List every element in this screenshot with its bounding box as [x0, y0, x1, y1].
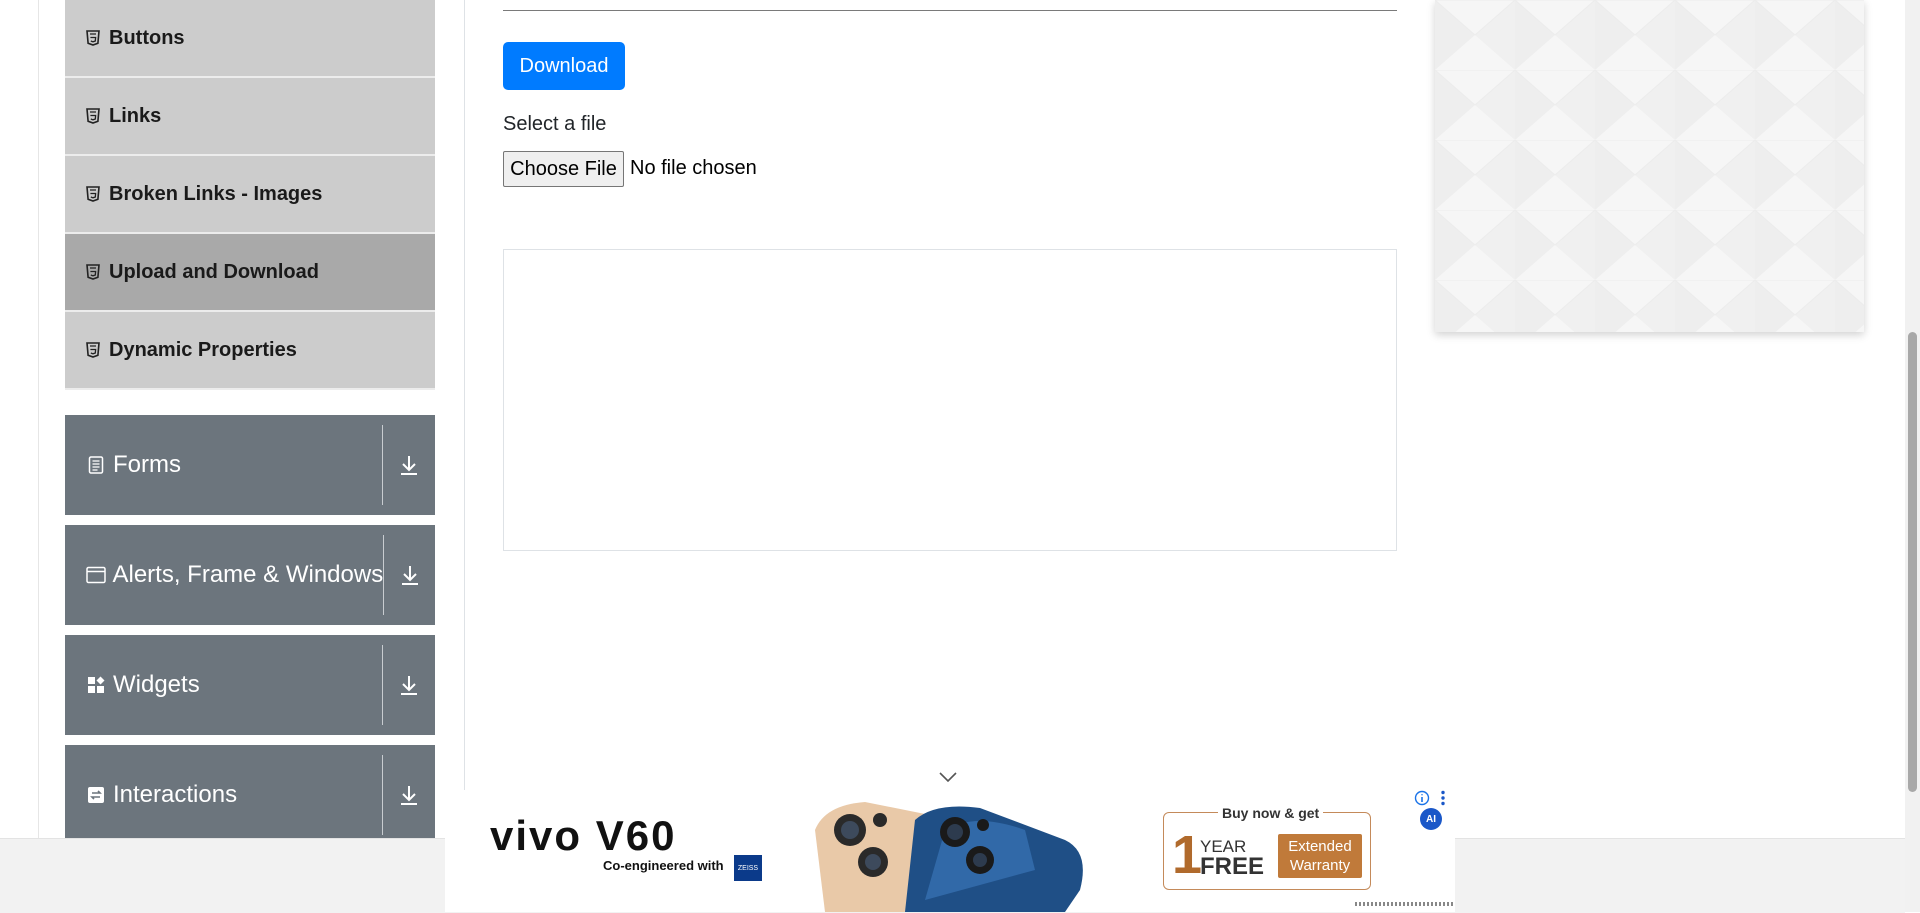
side-ad-panel	[1435, 0, 1864, 332]
group-title: Widgets	[113, 671, 200, 698]
window-icon	[85, 564, 106, 586]
upload-label: Select a file	[503, 113, 607, 135]
left-border	[38, 0, 39, 838]
download-button[interactable]: Download	[503, 42, 625, 90]
group-title: Forms	[113, 451, 181, 478]
sidebar-item-dynamic-properties[interactable]: Dynamic Properties	[65, 312, 435, 390]
expand-arrow-icon[interactable]	[383, 674, 435, 696]
sidebar-item-label: Upload and Download	[109, 260, 319, 283]
warranty-line1: Extended	[1288, 838, 1352, 855]
zeiss-logo: ZEISS	[734, 855, 762, 881]
ai-badge: AI	[1420, 808, 1442, 830]
file-status-text: No file chosen	[630, 157, 757, 179]
sidebar-item-upload-download[interactable]: Upload and Download	[65, 234, 435, 312]
html5-icon	[83, 184, 103, 204]
ad-pattern	[1435, 0, 1864, 332]
sidebar-item-label: Broken Links - Images	[109, 182, 323, 205]
choose-file-button[interactable]: Choose File	[503, 151, 624, 187]
chevron-down-icon[interactable]	[938, 770, 958, 784]
offer-year-free: YEAR FREE	[1200, 838, 1264, 879]
sidebar-item-broken-links[interactable]: Broken Links - Images	[65, 156, 435, 234]
html5-icon	[83, 340, 103, 360]
expand-arrow-icon[interactable]	[383, 454, 435, 476]
ad-brand: vivo V60	[490, 812, 677, 859]
sidebar-group-forms[interactable]: Forms	[65, 415, 435, 515]
ad-placeholder	[503, 249, 1397, 551]
sidebar-group-widgets[interactable]: Widgets	[65, 635, 435, 735]
sidebar-item-links[interactable]: Links	[65, 78, 435, 156]
sidebar-item-label: Links	[109, 104, 162, 127]
sidebar-group-interactions[interactable]: Interactions	[65, 745, 435, 845]
content-divider	[464, 0, 465, 790]
sidebar-item-label: Dynamic Properties	[109, 338, 297, 361]
form-icon	[85, 454, 107, 476]
widgets-icon	[85, 674, 107, 696]
offer-free: FREE	[1200, 853, 1265, 880]
html5-icon	[83, 106, 103, 126]
sidebar-submenu: Buttons Links Broken Links - Images Uplo…	[65, 0, 435, 390]
sidebar-item-label: Buttons	[109, 26, 185, 49]
expand-arrow-icon[interactable]	[384, 564, 435, 586]
offer-number: 1	[1172, 825, 1203, 885]
html5-icon	[83, 28, 103, 48]
interactions-icon	[85, 784, 107, 806]
group-title: Interactions	[113, 781, 238, 808]
section-separator	[503, 10, 1397, 11]
offer-title: Buy now & get	[1218, 805, 1324, 821]
warranty-line2: Warranty	[1289, 857, 1351, 874]
phone-image	[815, 802, 1083, 912]
sidebar-group-alerts[interactable]: Alerts, Frame & Windows	[65, 525, 435, 625]
scrollbar-thumb[interactable]	[1908, 332, 1917, 792]
ad-fineprint	[1355, 902, 1455, 906]
ad-cotext: Co-engineered with	[603, 858, 724, 873]
group-title: Alerts, Frame & Windows	[112, 561, 384, 588]
offer-warranty: Extended Warranty	[1278, 834, 1362, 878]
more-options-icon[interactable]	[1440, 790, 1446, 806]
sidebar-item-buttons[interactable]: Buttons	[65, 0, 435, 78]
expand-arrow-icon[interactable]	[383, 784, 435, 806]
info-icon[interactable]	[1414, 790, 1430, 806]
html5-icon	[83, 262, 103, 282]
